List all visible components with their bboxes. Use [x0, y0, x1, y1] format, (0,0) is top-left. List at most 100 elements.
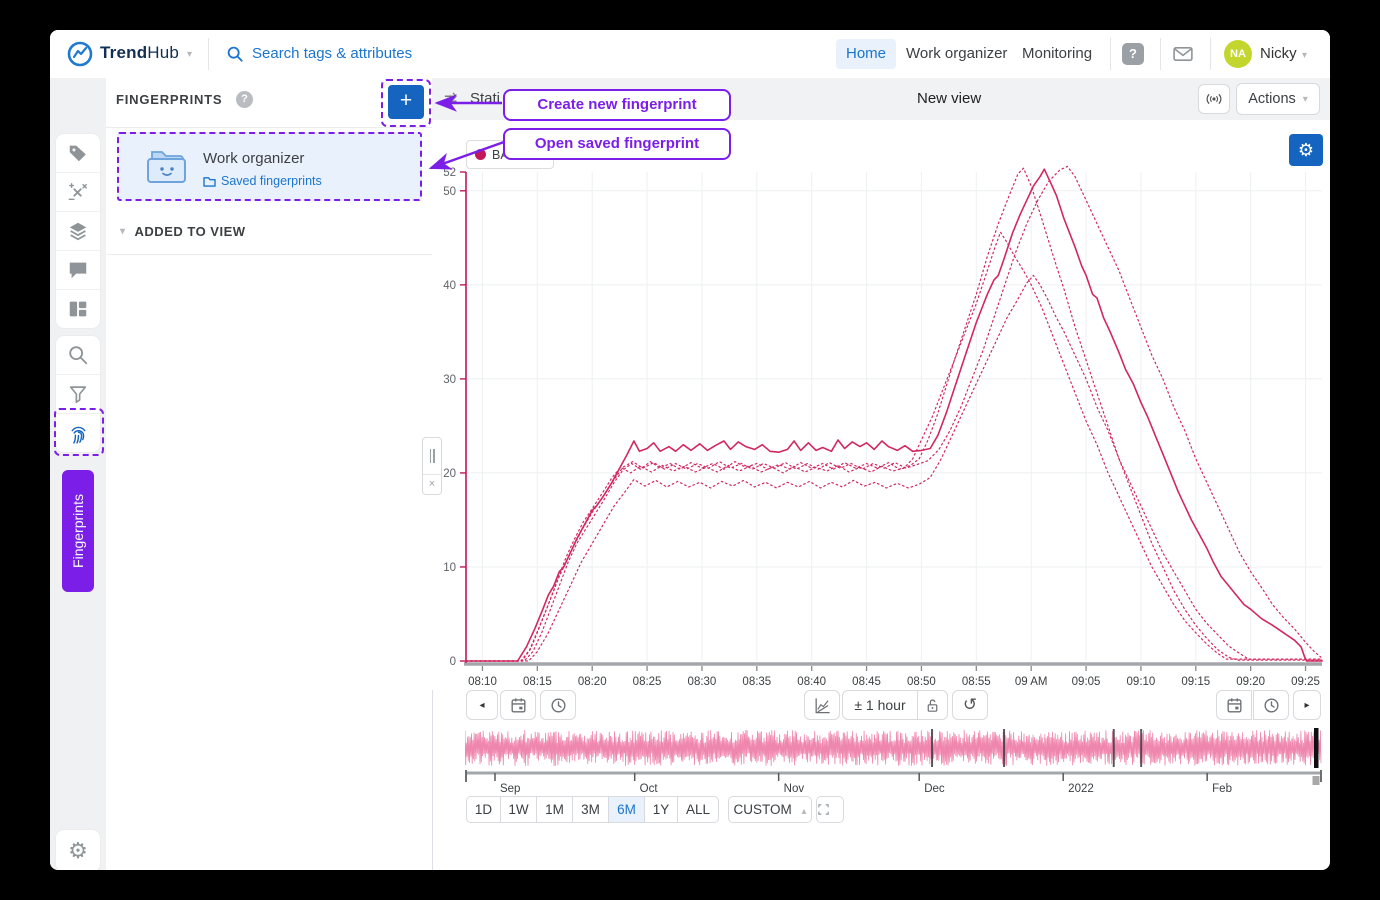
divider	[208, 38, 209, 70]
svg-text:0: 0	[450, 656, 456, 668]
svg-text:40: 40	[443, 280, 456, 292]
panel-resize-handle[interactable]: ×	[422, 437, 442, 495]
brand-chevron-down-icon[interactable]: ▾	[187, 49, 192, 60]
compare-layers-button[interactable]	[804, 690, 840, 720]
range-1w-button[interactable]: 1W	[500, 796, 537, 823]
calendar-end-button[interactable]	[1216, 690, 1252, 720]
step-forward-button[interactable]: ▸	[1293, 690, 1321, 720]
clock-icon	[549, 696, 568, 715]
time-end-button[interactable]	[1253, 690, 1289, 720]
series-color-dot	[475, 149, 486, 160]
context-overview-scrubber[interactable]	[465, 728, 1322, 768]
chart-settings-button[interactable]: ⚙	[1289, 134, 1323, 166]
sidebar-item-search[interactable]	[56, 336, 100, 375]
svg-text:09:10: 09:10	[1127, 676, 1156, 686]
range-1m-button[interactable]: 1M	[536, 796, 573, 823]
close-icon[interactable]: ×	[423, 475, 441, 493]
svg-text:08:30: 08:30	[688, 676, 717, 686]
brand-logo[interactable]: TrendHub	[100, 43, 179, 63]
nav-tab-work-organizer[interactable]: Work organizer	[896, 39, 1017, 69]
custom-chevron-up-icon: ▴	[802, 806, 807, 817]
view-title: New view	[917, 90, 981, 107]
saved-fingerprints-item[interactable]: Work organizer Saved fingerprints	[117, 132, 422, 201]
svg-text:08:25: 08:25	[633, 676, 662, 686]
svg-text:09:05: 09:05	[1072, 676, 1101, 686]
fingerprint-icon	[67, 422, 90, 445]
sidebar-item-filter[interactable]	[56, 375, 100, 414]
svg-text:08:55: 08:55	[962, 676, 991, 686]
sidebar-item-comments[interactable]	[56, 251, 100, 290]
svg-text:20: 20	[443, 468, 456, 480]
expand-range-button[interactable]	[816, 796, 844, 823]
lock-timespan-button[interactable]	[917, 690, 948, 720]
step-back-button[interactable]: ◂	[466, 690, 498, 720]
range-3m-button[interactable]: 3M	[572, 796, 609, 823]
svg-text:Dec: Dec	[924, 783, 945, 795]
lock-open-icon	[924, 697, 941, 714]
live-mode-button[interactable]	[1198, 84, 1230, 114]
nav-tab-monitoring[interactable]: Monitoring	[1012, 39, 1102, 69]
gear-icon: ⚙	[68, 838, 88, 864]
sidebar-item-fingerprints[interactable]	[56, 414, 100, 452]
folder-small-icon	[203, 176, 216, 187]
nav-tab-home[interactable]: Home	[836, 39, 896, 69]
history-icon: ↺	[963, 695, 977, 715]
svg-text:52: 52	[443, 167, 456, 179]
partially-hidden-tab-label: Stati	[470, 90, 500, 107]
create-fingerprint-button[interactable]: +	[388, 85, 424, 119]
sidebar-item-calculations[interactable]	[56, 173, 100, 212]
fingerprint-chart[interactable]: 08:1008:1508:2008:2508:3008:3508:4008:45…	[432, 120, 1330, 686]
sidebar-item-layers[interactable]	[56, 212, 100, 251]
panel-title: FINGERPRINTS	[116, 92, 222, 107]
range-1y-button[interactable]: 1Y	[644, 796, 678, 823]
search-icon	[226, 45, 244, 63]
collapse-chevron-icon: ▾	[120, 226, 126, 237]
svg-text:09:25: 09:25	[1291, 676, 1320, 686]
svg-text:Sep: Sep	[500, 783, 520, 795]
user-avatar[interactable]: NA	[1224, 40, 1252, 68]
actions-chevron-down-icon: ▾	[1303, 94, 1308, 105]
svg-text:50: 50	[443, 186, 456, 198]
range-6m-button-selected[interactable]: 6M	[608, 796, 645, 823]
svg-text:2022: 2022	[1068, 783, 1094, 795]
time-start-button[interactable]	[540, 690, 576, 720]
settings-button[interactable]: ⚙	[56, 830, 100, 870]
help-icon[interactable]: ?	[1122, 43, 1144, 65]
sidebar-item-tags[interactable]	[56, 134, 100, 173]
divider	[106, 254, 432, 255]
clock-icon	[1262, 696, 1281, 715]
folder-smiley-icon	[143, 146, 191, 188]
back-arrow-icon: ◂	[479, 700, 484, 711]
svg-text:08:40: 08:40	[797, 676, 826, 686]
operators-icon	[67, 181, 89, 203]
expand-icon	[817, 803, 830, 816]
svg-text:08:45: 08:45	[852, 676, 881, 686]
divider	[1160, 38, 1161, 70]
custom-range-button[interactable]: CUSTOM ▴	[728, 796, 812, 823]
user-chevron-down-icon[interactable]: ▾	[1302, 50, 1307, 61]
top-bar: TrendHub ▾ Search tags & attributes Home…	[50, 30, 1330, 79]
fingerprints-active-tab[interactable]: Fingerprints	[62, 470, 94, 592]
divider	[1110, 38, 1111, 70]
svg-text:08:20: 08:20	[578, 676, 607, 686]
added-to-view-header[interactable]: ▾ ADDED TO VIEW	[120, 224, 246, 239]
mail-icon[interactable]	[1172, 46, 1194, 62]
app-window: TrendHub ▾ Search tags & attributes Home…	[50, 30, 1330, 870]
sidebar-item-dashboards[interactable]	[56, 290, 100, 328]
user-name[interactable]: Nicky	[1260, 45, 1297, 62]
svg-text:Oct: Oct	[640, 783, 659, 795]
actions-button[interactable]: Actions ▾	[1236, 83, 1320, 115]
live-broadcast-icon	[1204, 91, 1224, 107]
svg-text:10: 10	[443, 562, 456, 574]
gear-icon: ⚙	[1298, 140, 1314, 160]
svg-text:08:35: 08:35	[742, 676, 771, 686]
range-all-button[interactable]: ALL	[677, 796, 719, 823]
svg-text:09:15: 09:15	[1181, 676, 1210, 686]
range-1d-button[interactable]: 1D	[466, 796, 501, 823]
time-offset-button[interactable]: ± 1 hour	[842, 690, 918, 720]
trend-compare-icon	[813, 696, 832, 715]
history-button[interactable]: ↺	[952, 690, 988, 720]
search-input[interactable]: Search tags & attributes	[252, 45, 412, 62]
calendar-start-button[interactable]	[500, 690, 536, 720]
panel-help-icon[interactable]: ?	[236, 91, 253, 108]
